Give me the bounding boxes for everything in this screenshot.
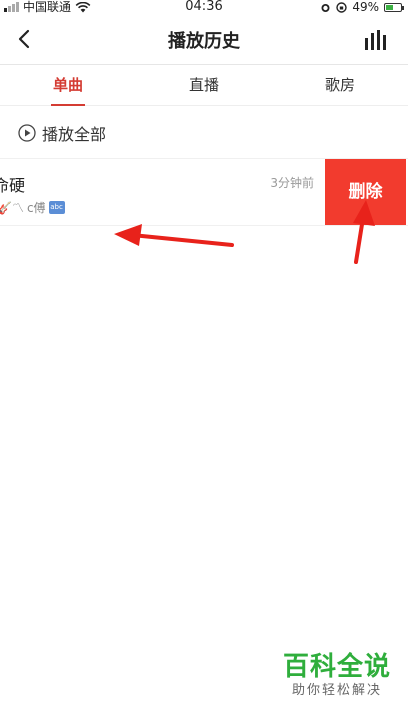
stats-bars-icon[interactable] (364, 30, 388, 50)
song-title: 命硬 (0, 176, 26, 195)
navigation-header: 播放历史 (0, 14, 408, 65)
play-all-button[interactable]: 播放全部 (18, 122, 106, 144)
battery-icon (384, 2, 404, 12)
watermark-logo: 百科全说 助你轻松解决 (282, 652, 392, 700)
song-list-item[interactable]: 命硬 🎸〽 c傅 abc 3分钟前 删除 (0, 158, 408, 226)
status-bar: 中国联通 04:36 49% (0, 0, 408, 14)
tab-bar: 单曲 直播 歌房 (0, 65, 408, 106)
song-artist: c傅 (26, 201, 46, 215)
status-bar-right: 49% (320, 0, 404, 14)
tab-single[interactable]: 单曲 (0, 65, 136, 106)
delete-button[interactable]: 删除 (325, 159, 406, 225)
play-circle-icon (18, 124, 36, 142)
song-meta: 🎸〽 c傅 abc (0, 199, 65, 216)
play-all-label: 播放全部 (42, 125, 107, 144)
abc-badge-icon: abc (48, 201, 65, 214)
played-time: 3分钟前 (270, 176, 314, 190)
battery-percent: 49% (352, 0, 379, 14)
tab-karaoke-room[interactable]: 歌房 (272, 65, 408, 105)
left-arrow-icon (114, 224, 234, 247)
meta-emoji: 🎸〽 (0, 201, 24, 215)
tab-live[interactable]: 直播 (136, 65, 272, 105)
orientation-lock-icon (336, 1, 348, 13)
alarm-icon (321, 3, 330, 12)
watermark-title: 百科全说 (282, 652, 391, 682)
watermark-subtitle: 助你轻松解决 (291, 683, 382, 698)
page-title: 播放历史 (168, 31, 240, 52)
annotation-arrows (114, 200, 375, 264)
